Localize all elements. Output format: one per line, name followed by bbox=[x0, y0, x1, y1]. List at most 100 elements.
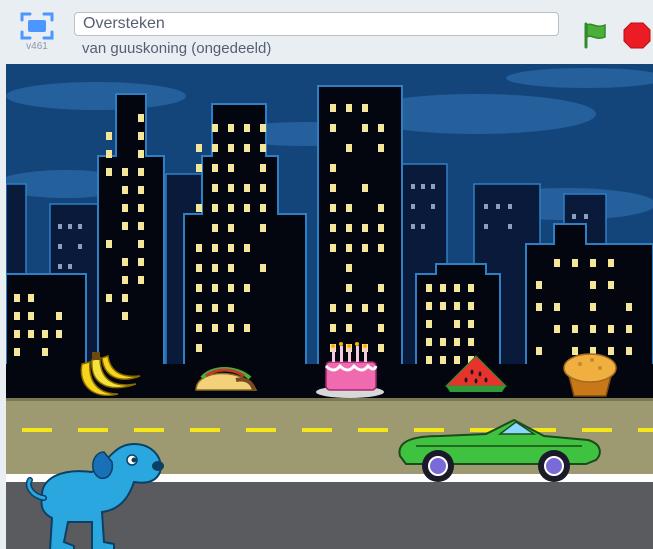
project-header: v461 van guuskoning (ongedeeld) bbox=[0, 0, 653, 64]
window-light bbox=[42, 348, 48, 356]
muffin-sprite[interactable] bbox=[563, 353, 617, 397]
window-light bbox=[212, 244, 218, 252]
window-light bbox=[196, 304, 202, 312]
window-light bbox=[138, 222, 144, 230]
window-light bbox=[554, 325, 560, 333]
window-light bbox=[330, 304, 336, 312]
window-light bbox=[196, 204, 202, 212]
window-light bbox=[14, 330, 20, 338]
stage-scene bbox=[6, 64, 653, 549]
window-light bbox=[228, 284, 234, 292]
window-light bbox=[138, 186, 144, 194]
window-light bbox=[626, 347, 632, 355]
window-light bbox=[378, 144, 384, 152]
window-light bbox=[138, 204, 144, 212]
window-light bbox=[260, 124, 266, 132]
window-light bbox=[212, 264, 218, 272]
window-light bbox=[122, 168, 128, 176]
window-light bbox=[378, 304, 384, 312]
window-light bbox=[260, 184, 266, 192]
window-light bbox=[626, 325, 632, 333]
window-light bbox=[572, 259, 578, 267]
window-light bbox=[228, 204, 234, 212]
green-flag-icon[interactable] bbox=[580, 20, 610, 50]
window-light bbox=[346, 284, 352, 292]
window-light bbox=[378, 124, 384, 132]
stage-canvas[interactable] bbox=[6, 64, 653, 549]
window-light bbox=[138, 114, 144, 122]
window-light bbox=[346, 304, 352, 312]
window-light bbox=[362, 244, 368, 252]
window-light bbox=[228, 164, 234, 172]
window-light bbox=[362, 184, 368, 192]
window-light bbox=[138, 240, 144, 248]
window-light bbox=[590, 325, 596, 333]
window-light bbox=[122, 258, 128, 266]
window-light bbox=[138, 276, 144, 284]
window-light bbox=[106, 240, 112, 248]
window-light bbox=[138, 132, 144, 140]
window-light bbox=[244, 184, 250, 192]
window-light bbox=[454, 338, 460, 346]
window-light bbox=[228, 144, 234, 152]
window-light bbox=[330, 244, 336, 252]
window-light bbox=[454, 356, 460, 364]
window-light bbox=[196, 164, 202, 172]
window-light bbox=[468, 302, 474, 310]
window-light bbox=[378, 244, 384, 252]
window-light bbox=[590, 259, 596, 267]
window-light bbox=[212, 184, 218, 192]
window-light bbox=[228, 304, 234, 312]
window-light bbox=[28, 312, 34, 320]
window-light bbox=[362, 104, 368, 112]
window-light bbox=[260, 144, 266, 152]
window-light bbox=[454, 320, 460, 328]
window-light bbox=[56, 312, 62, 320]
window-light bbox=[572, 347, 578, 355]
window-light bbox=[468, 320, 474, 328]
window-light bbox=[196, 244, 202, 252]
author-line[interactable]: van guuskoning (ongedeeld) bbox=[82, 40, 271, 57]
window-light bbox=[228, 184, 234, 192]
window-light bbox=[122, 276, 128, 284]
window-light bbox=[330, 224, 336, 232]
window-light bbox=[122, 186, 128, 194]
window-light bbox=[14, 312, 20, 320]
window-light bbox=[196, 344, 202, 352]
window-light bbox=[122, 312, 128, 320]
window-light bbox=[42, 330, 48, 338]
project-title-input[interactable] bbox=[74, 12, 559, 36]
window-light bbox=[346, 104, 352, 112]
window-light bbox=[196, 144, 202, 152]
window-light bbox=[228, 224, 234, 232]
window-light bbox=[212, 224, 218, 232]
window-light bbox=[362, 304, 368, 312]
window-light bbox=[122, 294, 128, 302]
window-light bbox=[106, 150, 112, 158]
window-light bbox=[244, 204, 250, 212]
window-light bbox=[138, 150, 144, 158]
window-light bbox=[106, 168, 112, 176]
window-light bbox=[244, 144, 250, 152]
window-light bbox=[330, 184, 336, 192]
window-light bbox=[440, 302, 446, 310]
window-light bbox=[440, 284, 446, 292]
window-light bbox=[378, 284, 384, 292]
window-light bbox=[244, 244, 250, 252]
window-light bbox=[212, 124, 218, 132]
version-label: v461 bbox=[26, 41, 48, 52]
window-light bbox=[330, 104, 336, 112]
window-light bbox=[378, 344, 384, 352]
window-light bbox=[212, 164, 218, 172]
window-light bbox=[454, 302, 460, 310]
window-light bbox=[362, 224, 368, 232]
window-light bbox=[536, 303, 542, 311]
window-light bbox=[122, 204, 128, 212]
window-light bbox=[426, 284, 432, 292]
window-light bbox=[346, 204, 352, 212]
window-light bbox=[228, 324, 234, 332]
fullscreen-button[interactable]: v461 bbox=[16, 10, 58, 52]
window-light bbox=[260, 264, 266, 272]
window-light bbox=[590, 281, 596, 289]
stop-icon[interactable] bbox=[622, 20, 652, 50]
